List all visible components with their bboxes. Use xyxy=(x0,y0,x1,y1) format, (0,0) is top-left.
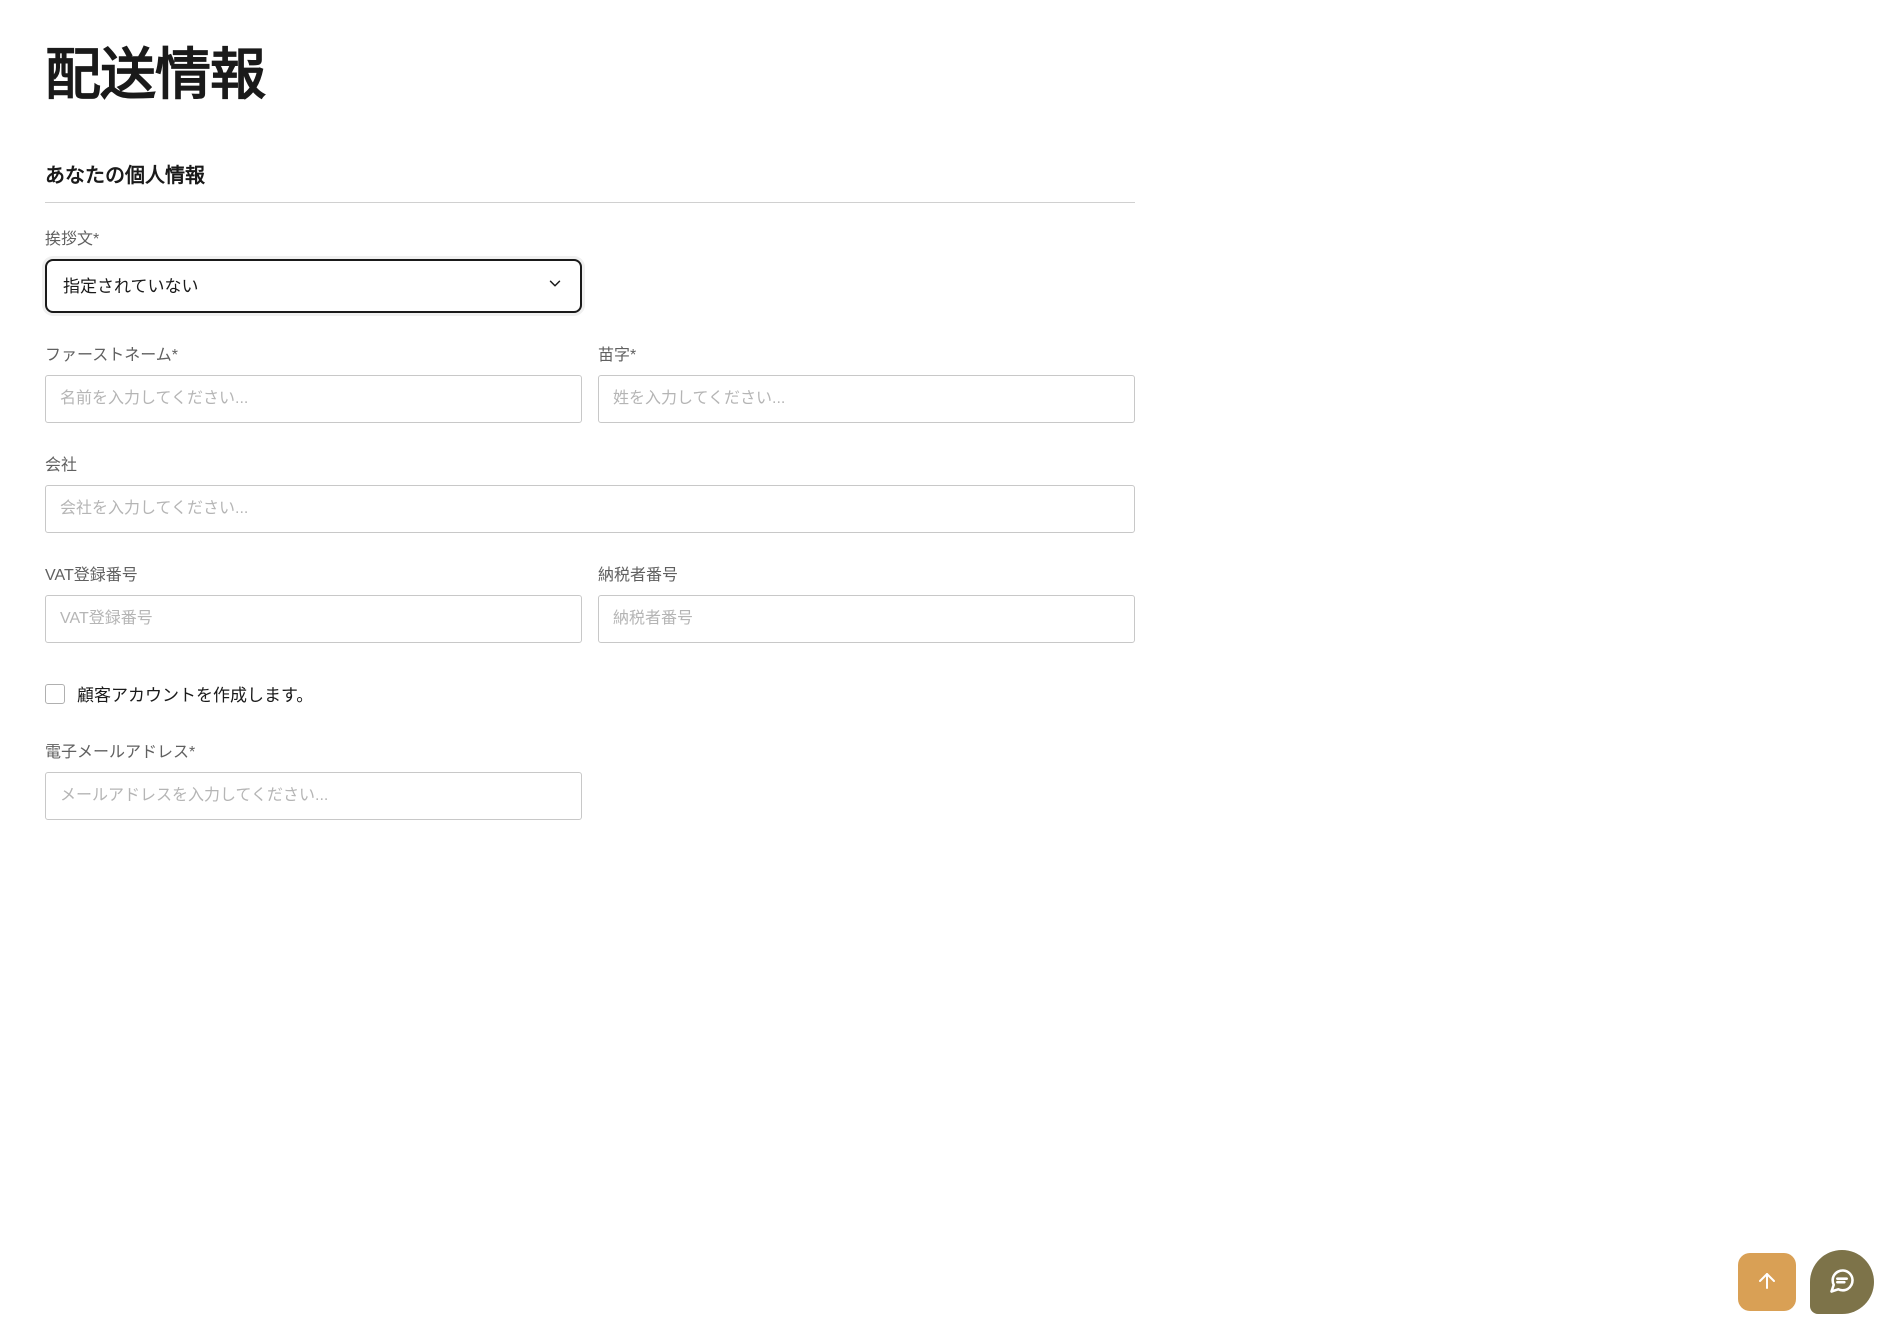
create-account-label[interactable]: 顧客アカウントを作成します。 xyxy=(77,681,313,706)
company-label: 会社 xyxy=(45,451,1135,475)
chat-button[interactable] xyxy=(1810,1250,1874,1314)
create-account-checkbox[interactable] xyxy=(45,684,65,704)
email-label: 電子メールアドレス* xyxy=(45,738,582,762)
salutation-select[interactable]: 指定されていない xyxy=(45,259,582,313)
company-field[interactable] xyxy=(45,485,1135,533)
first-name-field[interactable] xyxy=(45,375,582,423)
vat-number-label: VAT登録番号 xyxy=(45,561,582,585)
salutation-label: 挨拶文* xyxy=(45,225,582,249)
section-heading: あなたの個人情報 xyxy=(45,159,1135,203)
last-name-field[interactable] xyxy=(598,375,1135,423)
page-title: 配送情報 xyxy=(45,30,1135,111)
vat-number-field[interactable] xyxy=(45,595,582,643)
email-field[interactable] xyxy=(45,772,582,820)
first-name-label: ファーストネーム* xyxy=(45,341,582,365)
chat-icon xyxy=(1828,1267,1856,1298)
scroll-to-top-button[interactable] xyxy=(1738,1253,1796,1311)
arrow-up-icon xyxy=(1755,1269,1779,1296)
last-name-label: 苗字* xyxy=(598,341,1135,365)
tax-number-field[interactable] xyxy=(598,595,1135,643)
tax-number-label: 納税者番号 xyxy=(598,561,1135,585)
